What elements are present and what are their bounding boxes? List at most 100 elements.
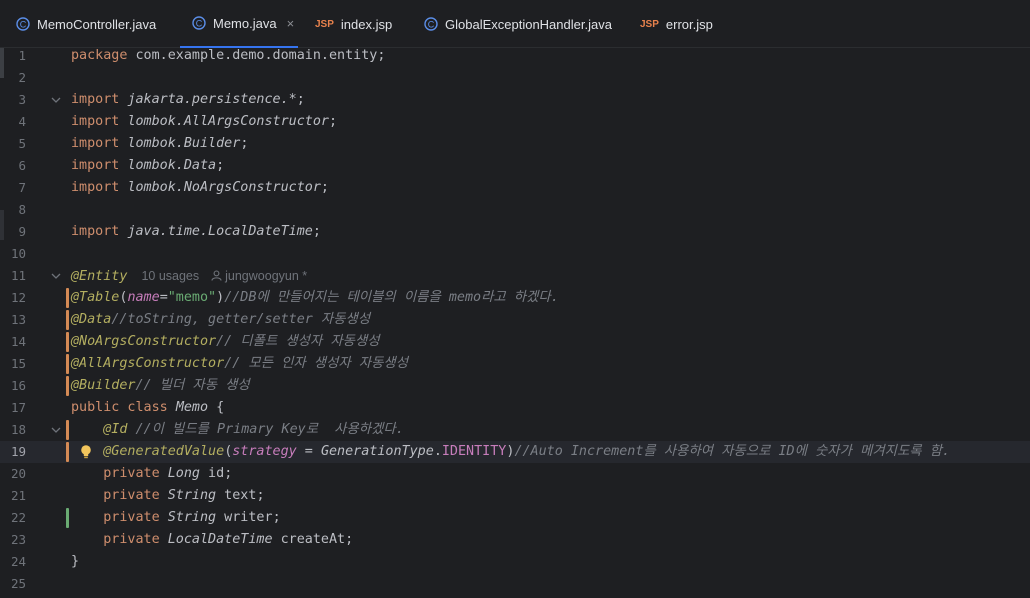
- code-line[interactable]: 11 @Entity 10 usages jungwoogyun *: [0, 265, 1030, 287]
- code-token: .: [433, 444, 442, 459]
- code-line[interactable]: 17 public class Memo {: [0, 397, 1030, 419]
- code-line[interactable]: 1 package com.example.demo.domain.entity;: [0, 45, 1030, 67]
- code-token: ;: [377, 48, 386, 63]
- code-line[interactable]: 14 @NoArgsConstructor// 디폴트 생성자 자동생성: [0, 331, 1030, 353]
- tab-globalexceptionhandler[interactable]: C GlobalExceptionHandler.java: [424, 0, 624, 48]
- line-number[interactable]: 5: [0, 133, 26, 155]
- code-token: Memo: [175, 400, 209, 415]
- code-token: import: [71, 180, 128, 195]
- author-hint[interactable]: jungwoogyun *: [225, 269, 307, 283]
- vcs-added-marker[interactable]: [66, 508, 69, 528]
- code-token: =: [159, 290, 168, 305]
- tab-label: index.jsp: [340, 16, 393, 32]
- line-number[interactable]: 16: [0, 375, 26, 397]
- code-text: private Long id;: [71, 463, 232, 485]
- code-token: @NoArgsConstructor: [71, 334, 217, 349]
- code-text: private LocalDateTime createAt;: [71, 529, 353, 551]
- code-line[interactable]: 24}: [0, 551, 1030, 573]
- code-line[interactable]: 7 import lombok.NoArgsConstructor;: [0, 177, 1030, 199]
- line-number[interactable]: 24: [0, 551, 26, 573]
- tab-index-jsp[interactable]: JSP index.jsp: [315, 0, 415, 48]
- code-line[interactable]: 8: [0, 199, 1030, 221]
- code-token: private: [103, 466, 168, 481]
- code-token: GenerationType: [320, 444, 434, 459]
- tab-memocontroller[interactable]: C MemoController.java: [16, 0, 181, 48]
- code-token: {: [208, 400, 225, 415]
- tab-label: error.jsp: [665, 16, 713, 32]
- code-token: }: [71, 554, 80, 569]
- code-text: @GeneratedValue(strategy = GenerationTyp…: [71, 441, 950, 463]
- line-number[interactable]: 15: [0, 353, 26, 375]
- code-token: ;: [312, 224, 321, 239]
- code-text: public class Memo {: [71, 397, 224, 419]
- usages-hint[interactable]: 10 usages: [141, 269, 199, 283]
- line-number[interactable]: 20: [0, 463, 26, 485]
- vcs-modified-marker[interactable]: [66, 288, 69, 308]
- tab-memo-java[interactable]: C Memo.java ×: [180, 0, 298, 48]
- code-line[interactable]: 3 import jakarta.persistence.*;: [0, 89, 1030, 111]
- close-icon[interactable]: ×: [287, 16, 295, 31]
- code-editor[interactable]: 1 package com.example.demo.domain.entity;…: [0, 48, 1030, 598]
- code-text: @NoArgsConstructor// 디폴트 생성자 자동생성: [71, 331, 380, 353]
- line-number[interactable]: 14: [0, 331, 26, 353]
- code-line[interactable]: 15 @AllArgsConstructor// 모든 인자 생성자 자동생성: [0, 353, 1030, 375]
- code-token: lombok.AllArgsConstructor: [127, 114, 329, 129]
- vcs-modified-marker[interactable]: [66, 420, 69, 440]
- line-number[interactable]: 18: [0, 419, 26, 441]
- line-number[interactable]: 3: [0, 89, 26, 111]
- vcs-modified-marker[interactable]: [66, 354, 69, 374]
- code-line[interactable]: 5 import lombok.Builder;: [0, 133, 1030, 155]
- line-number[interactable]: 17: [0, 397, 26, 419]
- code-line[interactable]: 10: [0, 243, 1030, 265]
- code-text: @Id //이 빌드를 Primary Key로 사용하겠다.: [71, 419, 404, 441]
- svg-text:C: C: [20, 19, 27, 29]
- line-number[interactable]: 6: [0, 155, 26, 177]
- line-number[interactable]: 23: [0, 529, 26, 551]
- code-token: // 디폴트 생성자 자동생성: [216, 334, 380, 349]
- vcs-modified-marker[interactable]: [66, 442, 69, 462]
- code-line[interactable]: 18 @Id //이 빌드를 Primary Key로 사용하겠다.: [0, 419, 1030, 441]
- code-line[interactable]: 6 import lombok.Data;: [0, 155, 1030, 177]
- code-token: // 빌더 자동 생성: [135, 378, 250, 393]
- line-number[interactable]: 7: [0, 177, 26, 199]
- code-line[interactable]: 21 private String text;: [0, 485, 1030, 507]
- line-number[interactable]: 4: [0, 111, 26, 133]
- code-line[interactable]: 4 import lombok.AllArgsConstructor;: [0, 111, 1030, 133]
- code-line[interactable]: 20 private Long id;: [0, 463, 1030, 485]
- tab-error-jsp[interactable]: JSP error.jsp: [640, 0, 740, 48]
- code-line[interactable]: 9 import java.time.LocalDateTime;: [0, 221, 1030, 243]
- code-token: lombok.Builder: [127, 136, 241, 151]
- code-line[interactable]: 2: [0, 67, 1030, 89]
- line-number[interactable]: 22: [0, 507, 26, 529]
- code-line[interactable]: 12 @Table(name="memo")//DB에 만들어지는 테이블의 이름…: [0, 287, 1030, 309]
- vcs-modified-marker[interactable]: [66, 310, 69, 330]
- line-number[interactable]: 21: [0, 485, 26, 507]
- line-number[interactable]: 19: [0, 441, 26, 463]
- line-number[interactable]: 25: [0, 573, 26, 595]
- line-number[interactable]: 12: [0, 287, 26, 309]
- code-line[interactable]: 16 @Builder// 빌더 자동 생성: [0, 375, 1030, 397]
- code-line[interactable]: 22 private String writer;: [0, 507, 1030, 529]
- code-line[interactable]: 23 private LocalDateTime createAt;: [0, 529, 1030, 551]
- code-token: import: [71, 158, 128, 173]
- code-token: lombok.NoArgsConstructor: [127, 180, 321, 195]
- code-line[interactable]: 25: [0, 573, 1030, 595]
- line-number[interactable]: 11: [0, 265, 26, 287]
- line-number[interactable]: 10: [0, 243, 26, 265]
- code-text: import lombok.NoArgsConstructor;: [71, 177, 329, 199]
- code-text: }: [71, 551, 79, 573]
- code-line[interactable]: 13 @Data//toString, getter/setter 자동생성: [0, 309, 1030, 331]
- tool-window-edge: [0, 210, 4, 240]
- code-token: String: [167, 488, 217, 503]
- code-line[interactable]: 19 @GeneratedValue(strategy = Generation…: [0, 441, 1030, 463]
- code-token: private: [103, 488, 168, 503]
- line-number[interactable]: 13: [0, 309, 26, 331]
- code-token: private: [103, 510, 168, 525]
- code-token: ;: [216, 158, 225, 173]
- vcs-modified-marker[interactable]: [66, 376, 69, 396]
- vcs-modified-marker[interactable]: [66, 332, 69, 352]
- code-text: @AllArgsConstructor// 모든 인자 생성자 자동생성: [71, 353, 408, 375]
